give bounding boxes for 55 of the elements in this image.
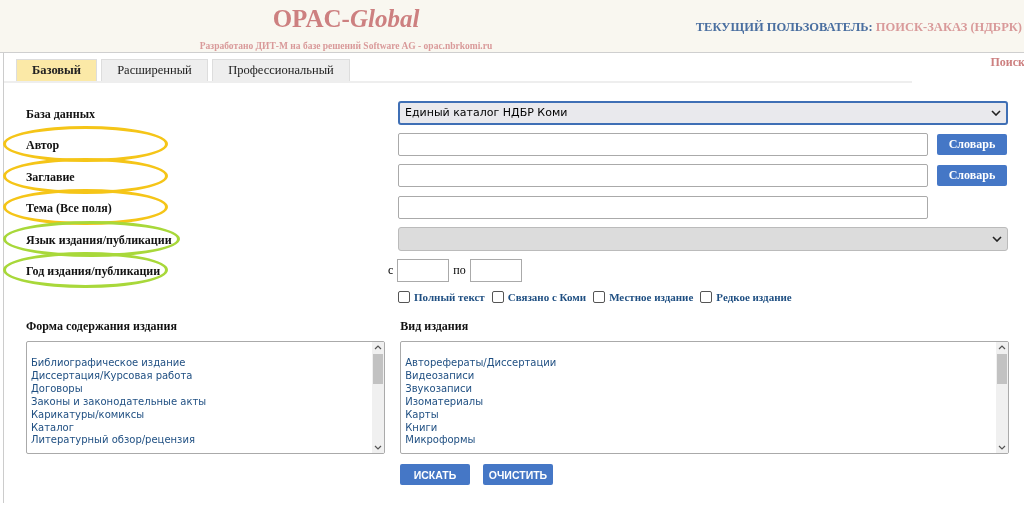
tab[interactable]: Профессиональный [212,59,350,81]
field-label: Заглавие [26,169,75,184]
list-item[interactable]: Звукозаписи [405,382,557,396]
list-item[interactable]: Микроформы [405,434,557,448]
year-to-field[interactable] [469,258,522,282]
list-item[interactable]: Договоры [31,382,207,396]
year-from-field[interactable] [397,258,450,282]
dropdown-field[interactable]: Единый каталог НДБР Коми [398,100,1008,125]
scrollbar-drawing[interactable] [996,342,1008,453]
list-title: Форма содержания издания [26,319,178,334]
list-item[interactable]: Книги [405,421,557,435]
site-title: OPAC-Global [272,4,420,34]
checkbox-label[interactable]: Полный текст [414,291,485,303]
dictionary-button[interactable]: Словарь [937,165,1007,187]
list-item[interactable]: Диссертация/Курсовая работа [31,369,207,383]
input-field[interactable] [398,132,928,156]
chevron-down-icon [992,235,1002,242]
list-item[interactable]: Литературный обзор/рецензия [31,434,207,448]
list-item[interactable]: Изоматериалы [405,395,557,409]
checkbox-label[interactable]: Связано с Коми [507,291,587,303]
field-label: Автор [26,138,60,153]
list-item[interactable]: Авторефераты/Диссертации [405,357,557,370]
checkbox[interactable] [398,291,410,303]
field-label: Язык издания/публикации [26,232,172,247]
tab[interactable]: Базовый [16,59,97,81]
list-item[interactable]: Законы и законодательные акты [31,395,207,409]
list-item[interactable]: Библиографическое издание [31,357,207,370]
action-button[interactable]: ОЧИСТИТЬ [483,464,553,485]
action-button[interactable]: ИСКАТЬ [400,464,470,485]
site-subtitle: Разработано ДИТ-М на базе решений Software AG - opac.nbrkomi.ru [199,40,493,51]
checkbox[interactable] [700,291,713,303]
checkbox[interactable] [593,291,606,303]
chevron-down-icon [991,109,1001,116]
tab[interactable]: Расширенный [101,59,208,81]
input-field[interactable] [398,164,928,188]
field-label: База данных [26,106,96,121]
field-label: Тема (Все поля) [26,201,112,216]
list-box[interactable]: Авторефераты/Диссертации Видеозаписи Звукозаписи Изоматериалы Карты Книги Микроформы [400,341,1009,454]
input-field[interactable] [398,195,928,219]
list-title: Вид издания [400,319,470,334]
from-label: с [387,262,395,278]
checkbox[interactable] [491,291,504,303]
scrollbar-drawing[interactable] [372,342,385,453]
list-item[interactable]: Каталог [31,421,207,435]
list-box[interactable]: Библиографическое издание Диссертация/Курсовая работа Договоры Законы и законодательные акты Карикатуры/комиксы Каталог Литературный обзор/рецензия [26,341,386,454]
user-name: ПОИСК-ЗАКАЗ (НДБРК) [875,20,1022,34]
to-label: по [452,262,467,278]
list-item[interactable]: Карикатуры/комиксы [31,408,207,422]
checkbox-label[interactable]: Местное издание [609,291,694,303]
checkbox-label[interactable]: Редкое издание [716,291,792,303]
dictionary-button[interactable]: Словарь [937,133,1007,155]
list-item[interactable]: Видеозаписи [405,369,557,383]
user-label: ТЕКУЩИЙ ПОЛЬЗОВАТЕЛЬ: [695,20,873,34]
list-item[interactable]: Карты [405,408,557,422]
field-label: Год издания/публикации [26,264,161,279]
